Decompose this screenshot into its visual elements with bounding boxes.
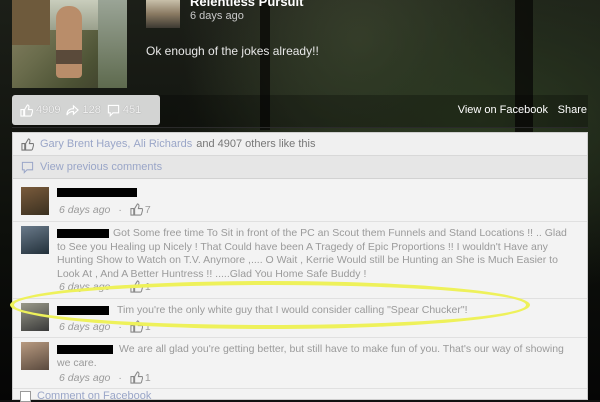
commenter-avatar[interactable] bbox=[21, 342, 49, 370]
post-time: 6 days ago bbox=[190, 10, 244, 22]
comment-text: Got Some free time To Sit in front of th… bbox=[57, 227, 567, 280]
comment-like-count: 1 bbox=[144, 320, 151, 333]
likes-count: 4909 bbox=[36, 104, 61, 116]
comment-time: 6 days ago bbox=[59, 371, 111, 384]
view-on-facebook-link[interactable]: View on Facebook bbox=[458, 104, 548, 116]
comments-count: 451 bbox=[122, 104, 142, 116]
comment-text: We are all glad you're getting better, b… bbox=[57, 343, 564, 369]
share-arrow-icon bbox=[66, 104, 80, 115]
view-previous-label: View previous comments bbox=[40, 161, 163, 173]
author-name[interactable]: Relentless Pursuit bbox=[190, 0, 303, 9]
comment-bubble-icon bbox=[21, 161, 34, 174]
comment-item: Got Some free time To Sit in front of th… bbox=[13, 222, 587, 299]
thumbs-up-icon bbox=[130, 371, 143, 384]
commenter-avatar[interactable] bbox=[21, 226, 49, 254]
comment-meta: 6 days ago · 1 bbox=[59, 320, 151, 333]
likes-summary: Gary Brent Hayes, Ali Richards and 4907 … bbox=[13, 133, 587, 156]
counter-group: 4909 128 451 bbox=[12, 95, 160, 125]
comment-likes[interactable]: 7 bbox=[130, 203, 151, 216]
likes-counter[interactable]: 4909 bbox=[20, 103, 61, 117]
comment-like-count: 1 bbox=[144, 371, 151, 384]
comment-likes[interactable]: 1 bbox=[130, 320, 151, 333]
thumbs-up-icon bbox=[130, 280, 143, 293]
comments-counter[interactable]: 451 bbox=[107, 104, 141, 117]
comment-text: Tim you're the only white guy that I wou… bbox=[117, 304, 468, 316]
commenter-avatar[interactable] bbox=[21, 303, 49, 331]
redacted-name bbox=[57, 188, 137, 197]
thumbs-up-icon bbox=[21, 137, 34, 151]
thumbs-up-icon bbox=[130, 320, 143, 333]
thumbs-up-icon bbox=[20, 103, 33, 117]
comment-time: 6 days ago bbox=[59, 203, 111, 216]
author-avatar[interactable] bbox=[146, 0, 180, 28]
meta-separator: · bbox=[118, 280, 122, 293]
thumbs-up-icon bbox=[130, 203, 143, 216]
action-bar: 4909 128 451 View on Facebook Share bbox=[12, 95, 588, 128]
comment-item: 6 days ago · 7 bbox=[13, 179, 587, 222]
comment-time: 6 days ago bbox=[59, 280, 111, 293]
comment-on-facebook-row[interactable]: Comment on Facebook bbox=[12, 390, 588, 402]
liker-name-2[interactable]: Ali Richards bbox=[134, 138, 193, 150]
meta-separator: · bbox=[118, 203, 122, 216]
comment-like-count: 7 bbox=[144, 203, 151, 216]
likers-others: and 4907 others like this bbox=[196, 138, 316, 150]
shares-counter[interactable]: 128 bbox=[66, 104, 101, 117]
comment-meta: 6 days ago · 1 bbox=[59, 371, 151, 384]
meta-separator: · bbox=[118, 371, 122, 384]
comments-panel: Gary Brent Hayes, Ali Richards and 4907 … bbox=[12, 132, 588, 400]
comment-meta: 6 days ago · 7 bbox=[59, 203, 151, 216]
comment-meta: 6 days ago · 1 bbox=[59, 280, 151, 293]
comment-likes[interactable]: 1 bbox=[130, 280, 151, 293]
share-link[interactable]: Share bbox=[558, 104, 587, 116]
view-previous-comments[interactable]: View previous comments bbox=[13, 156, 587, 179]
liker-separator: , bbox=[127, 138, 131, 150]
comment-on-facebook-label[interactable]: Comment on Facebook bbox=[37, 390, 151, 402]
comment-likes[interactable]: 1 bbox=[130, 371, 151, 384]
meta-separator: · bbox=[118, 320, 122, 333]
post-message: Ok enough of the jokes already!! bbox=[146, 44, 319, 58]
commenter-avatar[interactable] bbox=[21, 187, 49, 215]
comment-time: 6 days ago bbox=[59, 320, 111, 333]
comment-item: We are all glad you're getting better, b… bbox=[13, 338, 587, 389]
liker-name-1[interactable]: Gary Brent Hayes bbox=[40, 138, 127, 150]
comment-item: Tim you're the only white guy that I wou… bbox=[13, 299, 587, 338]
comment-bubble-icon bbox=[107, 104, 120, 117]
post-photo[interactable] bbox=[12, 0, 127, 88]
shares-count: 128 bbox=[82, 104, 101, 116]
comment-like-count: 1 bbox=[144, 280, 151, 293]
